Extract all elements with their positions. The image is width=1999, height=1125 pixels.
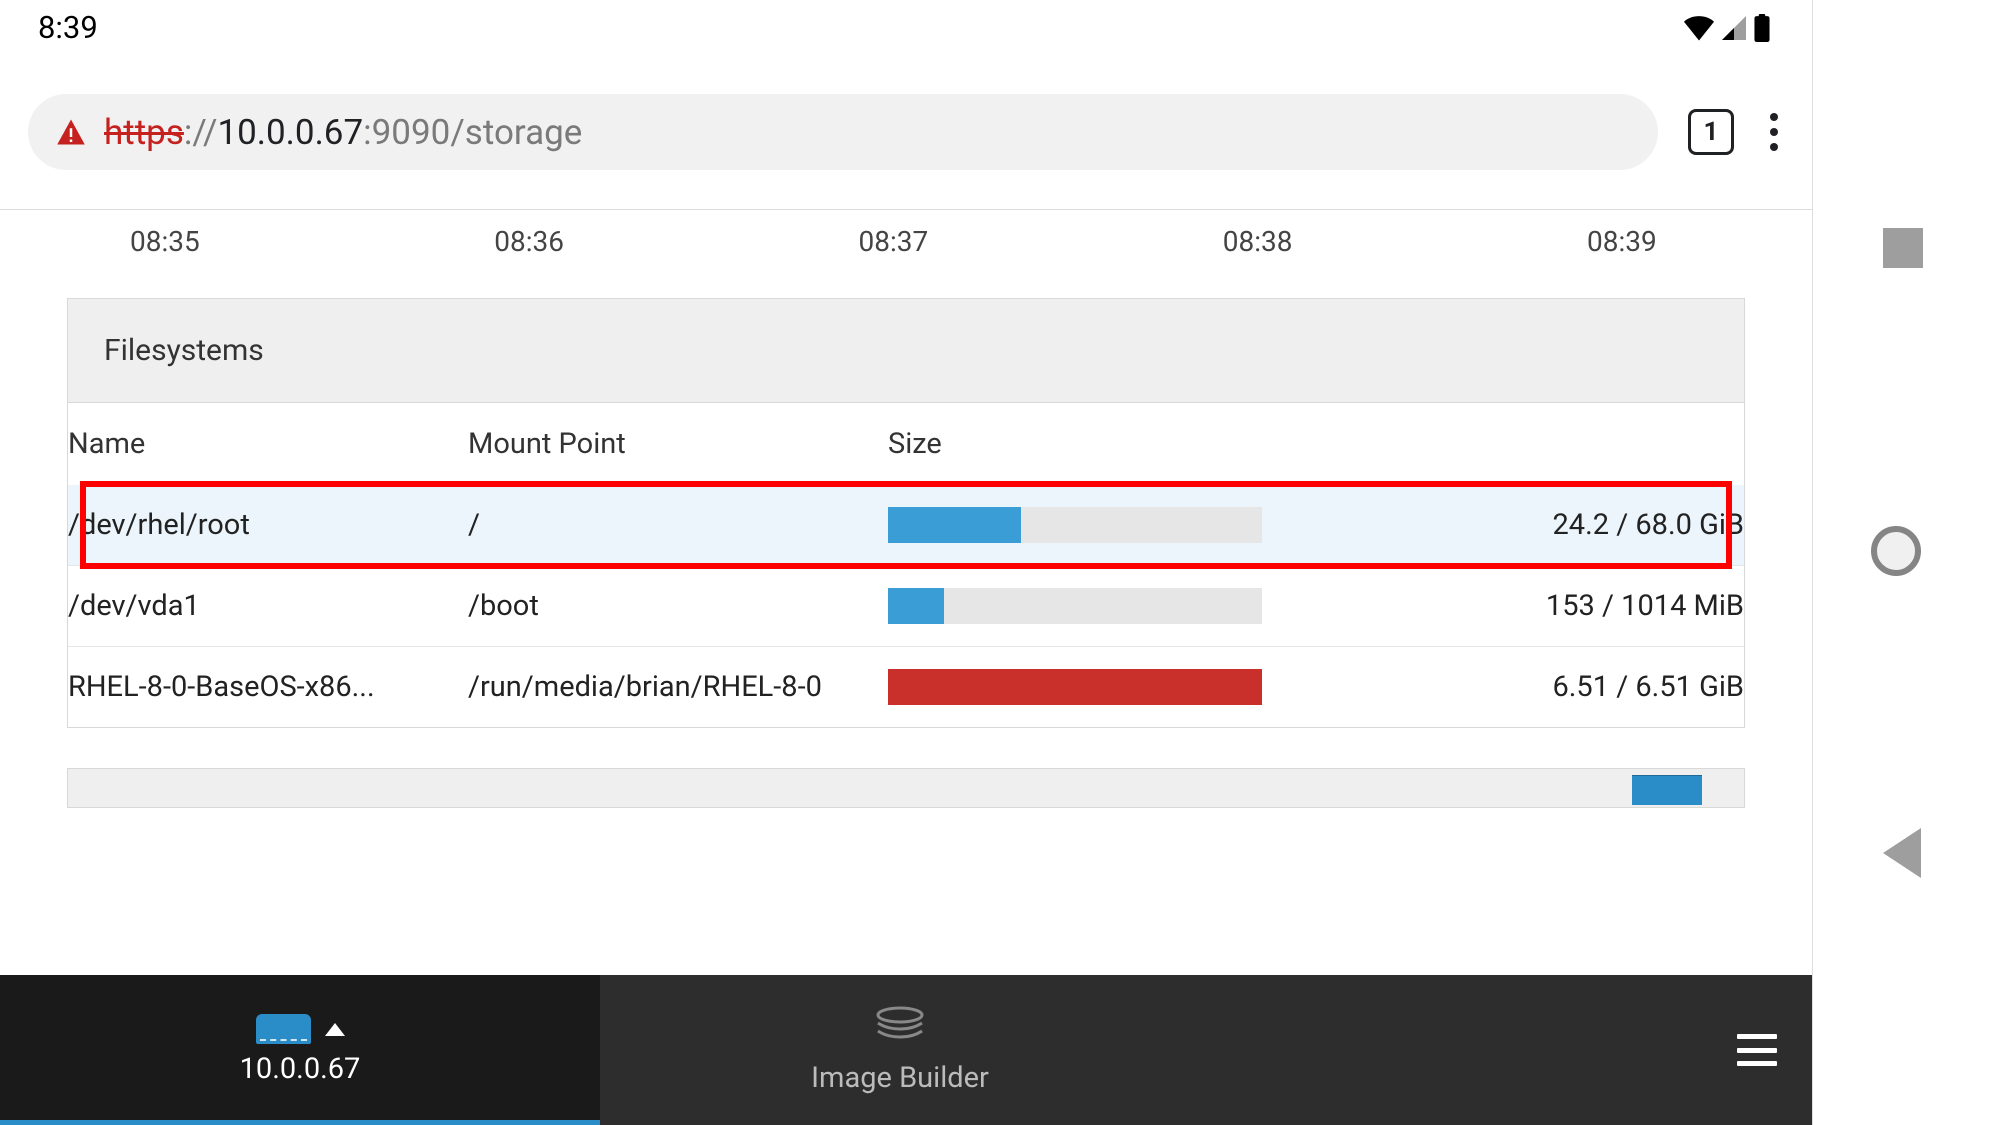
fs-name-cell: /dev/rhel/root <box>68 485 468 566</box>
status-bar-time: 8:39 <box>38 9 98 46</box>
fs-usage-bar-cell <box>888 647 1268 728</box>
filesystems-table: Name Mount Point Size /dev/rhel/root/ 24.… <box>68 403 1744 727</box>
chevron-up-icon <box>325 1023 345 1036</box>
fs-usage-bar-cell <box>888 566 1268 647</box>
column-header-size[interactable]: Size <box>888 403 1268 485</box>
cockpit-menu-button[interactable] <box>1702 975 1812 1125</box>
time-label: 08:36 <box>494 225 624 258</box>
browser-menu-button[interactable] <box>1764 109 1784 155</box>
fs-size-text-cell: 153 / 1014 MiB <box>1268 566 1744 647</box>
tab-switcher-button[interactable]: 1 <box>1688 109 1734 155</box>
url-bar[interactable]: https://10.0.0.67:9090/storage <box>28 94 1658 170</box>
url-scheme-separator: :// <box>184 112 218 153</box>
usage-bar <box>888 507 1262 543</box>
column-header-name[interactable]: Name <box>68 403 468 485</box>
drive-icon <box>256 1014 311 1044</box>
url-scheme: https <box>104 112 184 153</box>
android-system-nav <box>1813 0 1999 1125</box>
filesystem-row[interactable]: RHEL-8-0-BaseOS-x86.../run/media/brian/R… <box>68 647 1744 728</box>
filesystem-row[interactable]: /dev/vda1/boot 153 / 1014 MiB <box>68 566 1744 647</box>
column-header-mount[interactable]: Mount Point <box>468 403 888 485</box>
recent-apps-button[interactable] <box>1883 228 1923 268</box>
filesystems-panel-title: Filesystems <box>68 299 1744 403</box>
nfs-mounts-panel <box>67 768 1745 808</box>
time-label: 08:38 <box>1223 225 1353 258</box>
stack-icon <box>875 1005 925 1053</box>
chart-x-axis-labels: 08:35 08:36 08:37 08:38 08:39 <box>0 210 1812 298</box>
usage-fill <box>888 669 1262 705</box>
host-ip-label: 10.0.0.67 <box>240 1052 361 1086</box>
not-secure-warning-icon <box>56 117 86 147</box>
fs-mount-cell: / <box>468 485 888 566</box>
column-header-size-value <box>1268 403 1744 485</box>
fs-name-cell: /dev/vda1 <box>68 566 468 647</box>
time-label: 08:35 <box>130 225 260 258</box>
page-content[interactable]: 08:35 08:36 08:37 08:38 08:39 Filesystem… <box>0 210 1812 1125</box>
add-nfs-mount-button[interactable] <box>1632 775 1702 805</box>
browser-chrome-bar: https://10.0.0.67:9090/storage 1 <box>0 55 1812 210</box>
url-text: https://10.0.0.67:9090/storage <box>104 112 1630 153</box>
fs-usage-bar-cell <box>888 485 1268 566</box>
cell-signal-icon <box>1722 16 1746 40</box>
time-label: 08:37 <box>859 225 989 258</box>
filesystems-panel: Filesystems Name Mount Point Size /dev/r… <box>67 298 1745 728</box>
status-bar-icons <box>1684 14 1770 42</box>
battery-icon <box>1754 14 1770 42</box>
url-port: :9090/ <box>363 112 465 153</box>
bottom-navigation-bar: 10.0.0.67 Image Builder <box>0 975 1812 1125</box>
fs-size-text-cell: 6.51 / 6.51 GiB <box>1268 647 1744 728</box>
tab-count: 1 <box>1704 117 1719 147</box>
usage-bar <box>888 588 1262 624</box>
android-status-bar: 8:39 <box>0 0 1812 55</box>
back-button[interactable] <box>1883 828 1921 878</box>
fs-mount-cell: /run/media/brian/RHEL-8-0 <box>468 647 888 728</box>
image-builder-tab[interactable]: Image Builder <box>600 975 1200 1125</box>
host-switcher-tab[interactable]: 10.0.0.67 <box>0 975 600 1125</box>
url-host: 10.0.0.67 <box>217 112 363 153</box>
wifi-icon <box>1684 15 1714 41</box>
time-label: 08:39 <box>1587 225 1717 258</box>
fs-size-text-cell: 24.2 / 68.0 GiB <box>1268 485 1744 566</box>
fs-mount-cell: /boot <box>468 566 888 647</box>
usage-fill <box>888 588 944 624</box>
home-button[interactable] <box>1871 526 1921 576</box>
hamburger-icon <box>1737 1034 1777 1066</box>
url-path: storage <box>465 112 583 153</box>
fs-name-cell: RHEL-8-0-BaseOS-x86... <box>68 647 468 728</box>
usage-fill <box>888 507 1021 543</box>
usage-bar <box>888 669 1262 705</box>
filesystem-row[interactable]: /dev/rhel/root/ 24.2 / 68.0 GiB <box>68 485 1744 566</box>
image-builder-label: Image Builder <box>811 1061 989 1095</box>
